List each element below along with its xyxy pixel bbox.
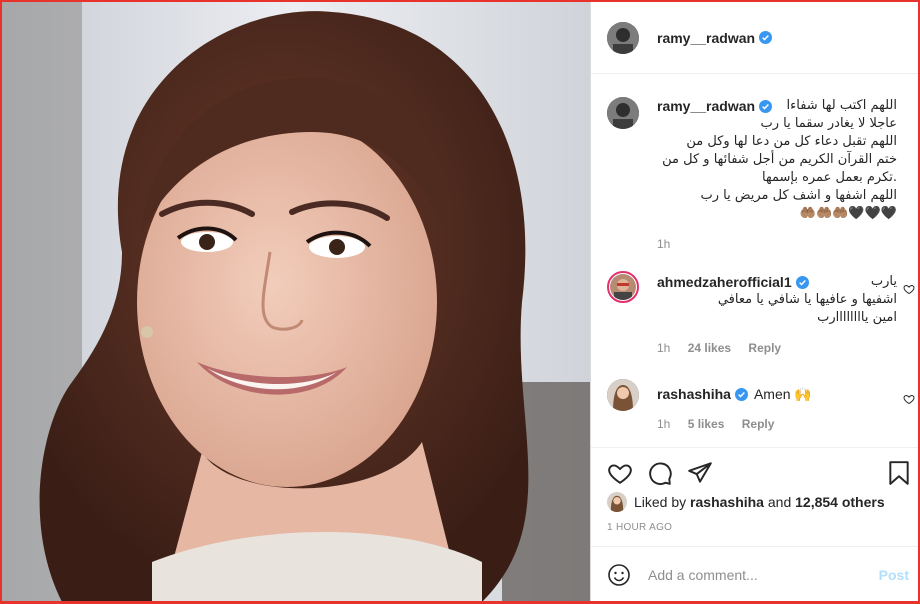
comment-time[interactable]: 1h [657, 417, 670, 431]
bookmark-icon[interactable] [886, 460, 912, 486]
post-timestamp[interactable]: 1 HOUR AGO [607, 522, 672, 533]
comment-line: يارب [870, 274, 897, 289]
caption-line: اللهم تقبل دعاء كل من دعا لها وكل من [686, 134, 897, 149]
post-side-panel: ramy__radwan ramy__radwan اللهم اكتب لها… [590, 2, 918, 601]
comments-list: ramy__radwan اللهم اكتب لها شفاءا عاجلا … [591, 75, 918, 445]
author-avatar[interactable] [607, 21, 639, 54]
comment-text: Amen 🙌 [753, 386, 812, 402]
liked-by-prefix: Liked by [634, 494, 687, 510]
portrait-illustration [2, 2, 590, 601]
comment-icon[interactable] [647, 460, 673, 486]
caption-line: عاجلا لا يغادر سقما يا رب [760, 116, 897, 131]
verified-badge-icon [795, 275, 809, 289]
verified-badge-icon [759, 31, 773, 44]
caption-meta: 1h [657, 235, 897, 253]
caption-line: 🖤🖤🖤🤲🏽🤲🏽🤲🏽 [799, 206, 897, 221]
caption-avatar[interactable] [607, 97, 639, 129]
comment-composer: Add a comment... Post [591, 546, 918, 601]
liked-by-others[interactable]: 12,854 others [795, 494, 885, 510]
commenter-avatar[interactable] [607, 379, 639, 411]
caption-time[interactable]: 1h [657, 237, 670, 251]
liker-avatar[interactable] [607, 492, 627, 512]
comment-likes[interactable]: 5 likes [688, 417, 725, 431]
commenter-avatar[interactable] [607, 271, 639, 303]
comment-like-heart-icon[interactable] [903, 283, 915, 295]
comment-like-heart-icon[interactable] [903, 393, 915, 405]
commenter-username[interactable]: rashashiha [657, 385, 731, 403]
heart-icon[interactable] [607, 460, 633, 486]
reply-button[interactable]: Reply [748, 341, 781, 355]
share-icon[interactable] [687, 460, 713, 486]
comment-likes[interactable]: 24 likes [688, 341, 731, 355]
caption-text: اللهم اكتب لها شفاءا عاجلا لا يغادر سقما… [657, 97, 897, 223]
post-image[interactable] [2, 2, 590, 601]
caption-line: .تكرم بعمل عمره بإسمها [762, 170, 897, 185]
comment-time[interactable]: 1h [657, 341, 670, 355]
action-bar [591, 447, 918, 497]
liked-by-and: and [767, 494, 792, 510]
comment-meta: 1h 24 likes Reply [657, 339, 897, 357]
comment-meta: 1h 5 likes Reply [657, 415, 897, 433]
emoji-icon[interactable] [607, 563, 631, 587]
post-header: ramy__radwan [591, 2, 918, 74]
caption-line: اللهم اشفها و اشف كل مريض يا رب [700, 188, 897, 203]
comment-line: اشفيها و عافيها يا شافي يا معافي [717, 292, 897, 307]
post-comment-button[interactable]: Post [879, 567, 909, 583]
comment-input[interactable]: Add a comment... [648, 567, 879, 583]
caption-line: ختم القرآن الكريم من أجل شفائها و كل من [662, 152, 897, 167]
reply-button[interactable]: Reply [742, 417, 775, 431]
comment-line: امين ياااااااارب [817, 310, 897, 325]
liked-by-user[interactable]: rashashiha [690, 494, 764, 510]
comment-text: اشفيها و عافيها يا شافي يا معافي امين يا… [657, 291, 897, 327]
verified-badge-icon [734, 387, 748, 401]
post-modal: ramy__radwan ramy__radwan اللهم اكتب لها… [0, 0, 920, 604]
caption-username[interactable]: ramy__radwan [657, 97, 755, 115]
author-username[interactable]: ramy__radwan [657, 30, 755, 46]
verified-badge-icon [759, 99, 773, 113]
commenter-username[interactable]: ahmedzaherofficial1 [657, 273, 792, 291]
likes-summary: Liked by rashashiha and 12,854 others [607, 492, 885, 512]
